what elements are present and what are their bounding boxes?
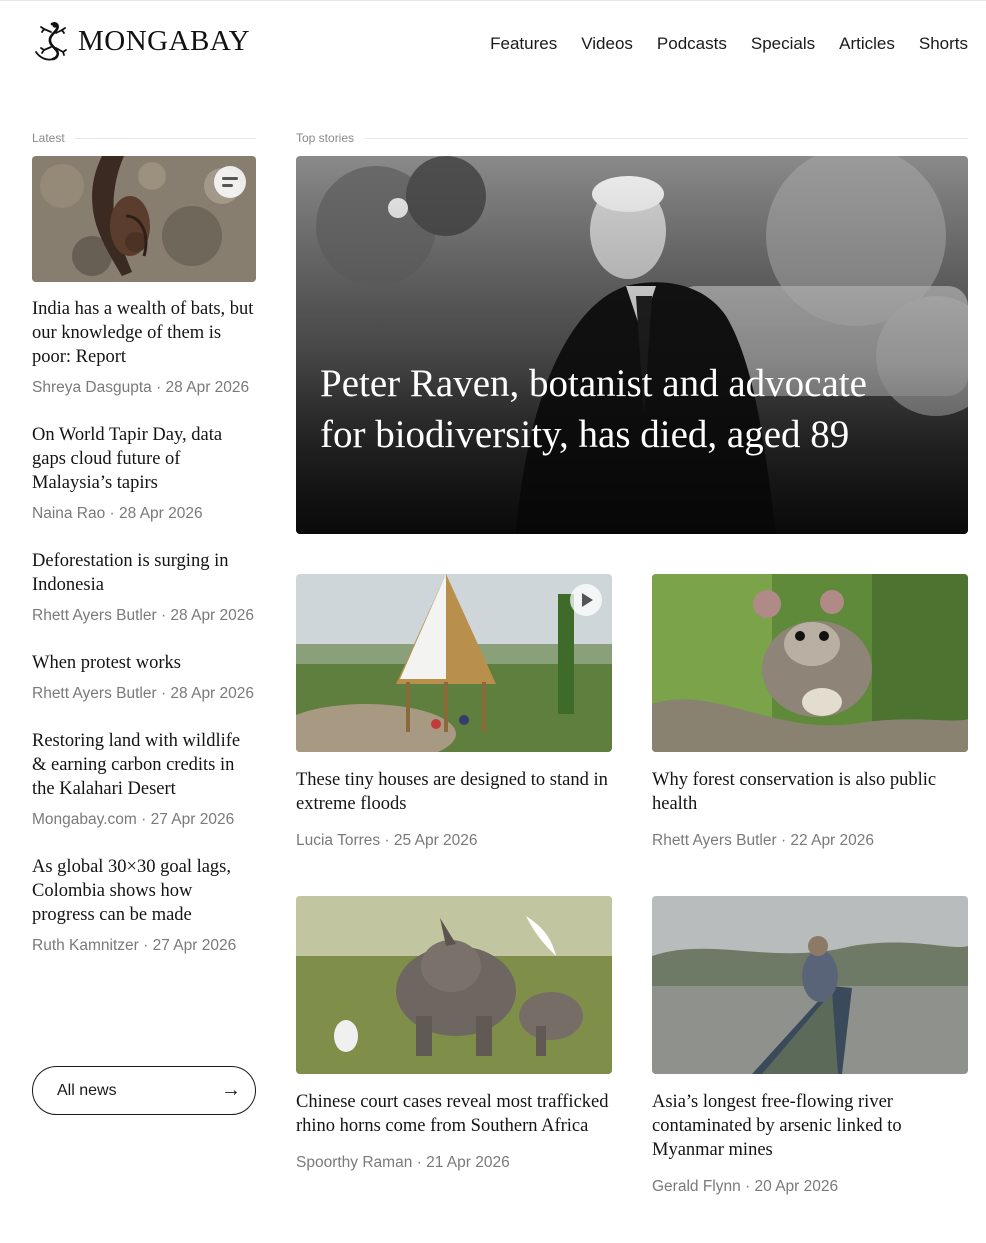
- story-meta: Lucia Torres · 25 Apr 2026: [296, 832, 478, 849]
- latest-meta: Rhett Ayers Butler · 28 Apr 2026: [32, 685, 255, 702]
- latest-item[interactable]: Deforestation is surging in Indonesia Rh…: [32, 549, 256, 628]
- top-stories-label-rule: [364, 137, 968, 139]
- nav-features[interactable]: Features: [490, 34, 557, 54]
- latest-meta: Naina Rao · 28 Apr 2026: [32, 505, 203, 522]
- arrow-right-icon: →: [221, 1079, 241, 1101]
- rhino-photo: [296, 896, 612, 1074]
- flood-house-photo: [296, 574, 612, 752]
- latest-headline[interactable]: Deforestation is surging in Indonesia: [32, 549, 256, 597]
- latest-list: India has a wealth of bats, but our know…: [32, 156, 256, 958]
- nav-podcasts[interactable]: Podcasts: [657, 34, 727, 54]
- latest-item[interactable]: When protest works Rhett Ayers Butler · …: [32, 651, 256, 706]
- latest-item[interactable]: Restoring land with wildlife & earning c…: [32, 729, 256, 832]
- top-stories-label-text: Top stories: [296, 131, 355, 145]
- nav-articles[interactable]: Articles: [839, 34, 895, 54]
- river-boat-photo: [652, 896, 968, 1074]
- nav-specials[interactable]: Specials: [751, 34, 815, 54]
- article-menu-icon[interactable]: [214, 166, 246, 198]
- nav-videos[interactable]: Videos: [581, 34, 633, 54]
- all-news-label: All news: [57, 1081, 117, 1099]
- top-stories-section-label: Top stories: [296, 131, 968, 145]
- hero-photo: [296, 156, 968, 534]
- story-headline[interactable]: Asia’s longest free-flowing river contam…: [652, 1090, 968, 1162]
- story-card[interactable]: Asia’s longest free-flowing river contam…: [652, 896, 968, 1199]
- story-card[interactable]: These tiny houses are designed to stand …: [296, 574, 612, 853]
- story-image[interactable]: [296, 896, 612, 1074]
- latest-headline[interactable]: Restoring land with wildlife & earning c…: [32, 729, 256, 801]
- story-image[interactable]: [652, 896, 968, 1074]
- story-meta: Rhett Ayers Butler · 22 Apr 2026: [652, 832, 875, 849]
- latest-item[interactable]: On World Tapir Day, data gaps cloud futu…: [32, 423, 256, 526]
- latest-label-rule: [74, 137, 256, 139]
- gecko-icon: [35, 22, 67, 61]
- play-icon[interactable]: [570, 584, 602, 616]
- latest-meta: Mongabay.com · 27 Apr 2026: [32, 811, 235, 828]
- latest-meta: Shreya Dasgupta · 28 Apr 2026: [32, 379, 250, 396]
- story-card[interactable]: Chinese court cases reveal most traffick…: [296, 896, 612, 1175]
- latest-section-label: Latest: [32, 131, 256, 145]
- latest-headline[interactable]: On World Tapir Day, data gaps cloud futu…: [32, 423, 256, 495]
- mongabay-logo[interactable]: MONGABAY: [32, 20, 250, 62]
- latest-label-text: Latest: [32, 131, 65, 145]
- all-news-button[interactable]: All news →: [32, 1066, 256, 1115]
- opossum-photo: [652, 574, 968, 752]
- latest-item[interactable]: India has a wealth of bats, but our know…: [32, 297, 256, 400]
- main-nav: Features Videos Podcasts Specials Articl…: [490, 34, 968, 54]
- latest-thumbnail-bat[interactable]: [32, 156, 256, 282]
- story-headline[interactable]: Chinese court cases reveal most traffick…: [296, 1090, 612, 1138]
- nav-shorts[interactable]: Shorts: [919, 34, 968, 54]
- latest-headline[interactable]: As global 30×30 goal lags, Colombia show…: [32, 855, 256, 927]
- story-meta: Gerald Flynn · 20 Apr 2026: [652, 1178, 839, 1195]
- story-headline[interactable]: Why forest conservation is also public h…: [652, 768, 968, 816]
- latest-headline[interactable]: When protest works: [32, 651, 256, 675]
- hero-story[interactable]: Peter Raven, botanist and advocate for b…: [296, 156, 968, 534]
- brand-name: MONGABAY: [78, 24, 251, 57]
- hero-headline[interactable]: Peter Raven, botanist and advocate for b…: [320, 358, 880, 460]
- latest-headline[interactable]: India has a wealth of bats, but our know…: [32, 297, 256, 369]
- story-card[interactable]: Why forest conservation is also public h…: [652, 574, 968, 853]
- story-image[interactable]: [652, 574, 968, 752]
- story-image[interactable]: [296, 574, 612, 752]
- latest-item[interactable]: As global 30×30 goal lags, Colombia show…: [32, 855, 256, 958]
- story-headline[interactable]: These tiny houses are designed to stand …: [296, 768, 612, 816]
- latest-meta: Ruth Kamnitzer · 27 Apr 2026: [32, 937, 237, 954]
- latest-meta: Rhett Ayers Butler · 28 Apr 2026: [32, 607, 255, 624]
- top-border: [0, 0, 986, 1]
- story-meta: Spoorthy Raman · 21 Apr 2026: [296, 1154, 510, 1171]
